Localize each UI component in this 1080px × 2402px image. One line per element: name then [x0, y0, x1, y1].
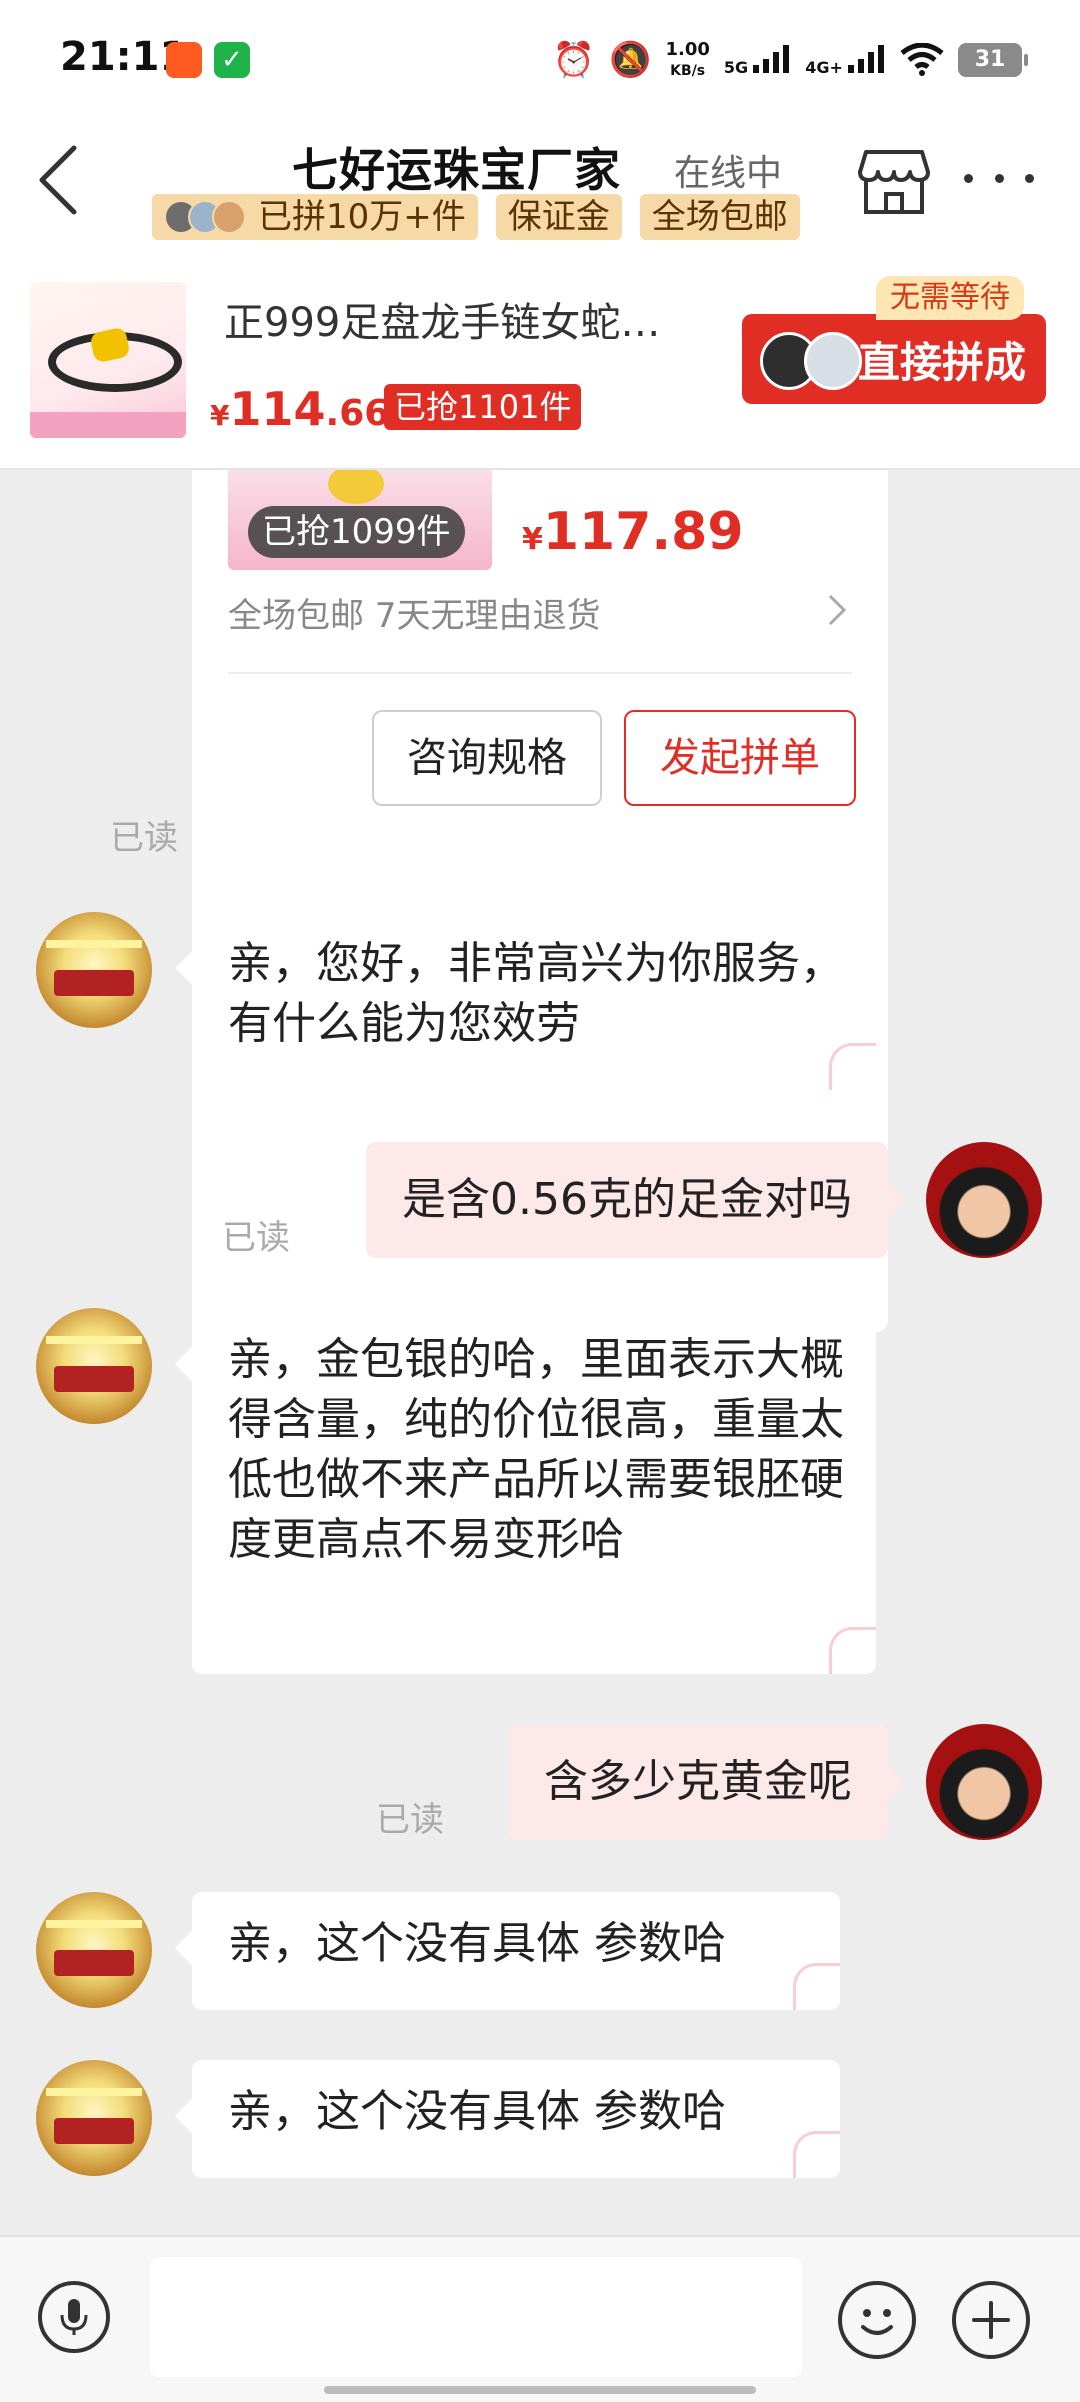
alarm-icon: ⏰ [552, 40, 596, 80]
card-sold-badge: 已抢1099件 [248, 506, 465, 558]
shop-avatar[interactable] [36, 1892, 152, 2008]
check-notification-icon: ✓ [214, 42, 250, 78]
pin-watermark-icon [829, 1627, 876, 1674]
pin-watermark-icon [793, 2131, 840, 2178]
card-price: ¥117.89 [522, 502, 744, 562]
network-speed: 1.00 KB/s [665, 38, 710, 81]
status-icons: ⏰ 🔕 1.00 KB/s 5G 4G+ 31 [552, 38, 1028, 82]
status-bar: 21:11 ✓ ⏰ 🔕 1.00 KB/s 5G 4G+ 31 [0, 0, 1080, 120]
mute-icon: 🔕 [609, 40, 652, 80]
back-icon[interactable] [30, 140, 90, 220]
message-text: 亲，您好，非常高兴为你服务，有什么能为您效劳 [228, 938, 844, 1049]
plus-icon[interactable] [952, 2281, 1030, 2359]
signal-5g: 5G [724, 43, 791, 77]
no-wait-tag: 无需等待 [876, 276, 1024, 320]
store-icon[interactable] [858, 148, 930, 216]
user-avatar[interactable] [926, 1724, 1042, 1840]
message-bubble-shop[interactable]: 亲，这个没有具体 参数哈 [192, 2060, 840, 2178]
shop-avatar[interactable] [36, 912, 152, 1028]
chat-header: 七好运珠宝厂家 在线中 已拼10万+件 保证金 全场包邮 [0, 120, 1080, 270]
card-divider [228, 672, 852, 674]
product-thumbnail[interactable] [30, 282, 186, 438]
speed-value: 1.00 [665, 38, 710, 60]
direct-group-button[interactable]: 直接拼成 [742, 314, 1046, 404]
badge-deposit: 保证金 [495, 194, 622, 240]
message-text: 亲，这个没有具体 参数哈 [228, 1918, 726, 1969]
direct-group-label: 直接拼成 [857, 337, 1026, 387]
badge-label: 已拼10万+件 [258, 197, 466, 237]
message-bubble-shop[interactable]: 亲，金包银的哈，里面表示大概得含量，纯的价位很高，重量太低也做不来产品所以需要银… [192, 1308, 876, 1674]
net-label-5g: 5G [723, 58, 749, 77]
chat-area[interactable]: 已抢1099件 ¥117.89 全场包邮 7天无理由退货 咨询规格 发起拼单 已… [0, 470, 1080, 2235]
message-bubble-user[interactable]: 是含0.56克的足金对吗 [366, 1142, 888, 1258]
product-title[interactable]: 正999足盘龙手链女蛇… [224, 290, 724, 348]
product-bar[interactable]: 正999足盘龙手链女蛇… ¥114.66 已抢1101件 直接拼成 无需等待 [0, 270, 1080, 470]
input-bar [0, 2235, 1080, 2402]
card-service-info[interactable]: 全场包邮 7天无理由退货 [228, 588, 600, 637]
badge-free-shipping: 全场包邮 [639, 194, 800, 240]
online-status: 在线中 [674, 153, 783, 194]
home-indicator[interactable] [324, 2386, 756, 2394]
pin-watermark-icon [829, 1043, 876, 1090]
signal-icon [848, 43, 886, 73]
shop-avatar[interactable] [36, 1308, 152, 1424]
more-icon[interactable] [964, 168, 1034, 188]
product-price: ¥114.66 [210, 382, 389, 436]
speed-unit: KB/s [670, 62, 706, 79]
message-bubble-user[interactable]: 含多少克黄金呢 [508, 1724, 888, 1840]
read-receipt: 已读 [222, 1218, 290, 1258]
shop-title[interactable]: 七好运珠宝厂家 [292, 134, 621, 200]
shop-badges: 已拼10万+件 保证金 全场包邮 [152, 194, 800, 240]
emoji-icon[interactable] [838, 2281, 916, 2359]
start-group-button[interactable]: 发起拼单 [624, 710, 856, 806]
price-currency: ¥ [210, 399, 230, 432]
chevron-right-icon[interactable] [826, 590, 848, 630]
read-receipt: 已读 [110, 818, 178, 858]
group-avatars [760, 332, 862, 390]
pin-watermark-icon [793, 1963, 840, 2010]
microphone-icon[interactable] [38, 2281, 110, 2353]
message-text: 是含0.56克的足金对吗 [402, 1174, 852, 1225]
price-integer: 114 [229, 382, 326, 436]
product-sold-badge: 已抢1101件 [384, 384, 582, 430]
net-label-4g: 4G+ [805, 58, 843, 77]
battery-icon: 31 [958, 43, 1028, 77]
signal-4g: 4G+ [805, 43, 886, 77]
card-price-amount: 117.89 [542, 502, 744, 562]
consult-spec-button[interactable]: 咨询规格 [372, 710, 602, 806]
read-receipt: 已读 [376, 1800, 444, 1840]
message-text: 含多少克黄金呢 [544, 1756, 852, 1807]
price-decimal: .66 [325, 393, 390, 434]
app-notification-icon [166, 42, 202, 78]
buyer-avatars [164, 200, 252, 234]
message-text: 亲，这个没有具体 参数哈 [228, 2086, 726, 2137]
badge-group-count: 已拼10万+件 [152, 194, 478, 240]
wifi-icon [900, 43, 944, 76]
shop-avatar[interactable] [36, 2060, 152, 2176]
user-avatar[interactable] [926, 1142, 1042, 1258]
card-price-currency: ¥ [522, 522, 543, 557]
signal-icon [753, 43, 791, 73]
message-bubble-shop[interactable]: 亲，您好，非常高兴为你服务，有什么能为您效劳 [192, 912, 876, 1090]
message-input[interactable] [150, 2257, 802, 2377]
message-text: 亲，金包银的哈，里面表示大概得含量，纯的价位很高，重量太低也做不来产品所以需要银… [228, 1334, 844, 1565]
message-bubble-shop[interactable]: 亲，这个没有具体 参数哈 [192, 1892, 840, 2010]
